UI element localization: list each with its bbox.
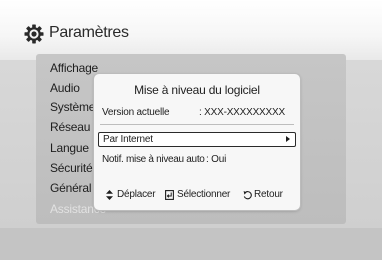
option-label: Par Internet bbox=[103, 134, 153, 145]
footer-bar bbox=[0, 228, 382, 260]
auto-upgrade-notification-value[interactable]: : Oui bbox=[206, 154, 226, 165]
page-title: Paramètres bbox=[49, 24, 129, 41]
menu-item-securite[interactable]: Sécurité bbox=[50, 161, 93, 175]
auto-upgrade-notification-label: Notif. mise à niveau auto bbox=[102, 154, 205, 165]
menu-item-affichage[interactable]: Affichage bbox=[50, 61, 98, 75]
menu-item-audio[interactable]: Audio bbox=[50, 81, 80, 95]
header-bar: Paramètres bbox=[0, 0, 382, 60]
gear-icon bbox=[24, 24, 44, 44]
menu-item-langue[interactable]: Langue bbox=[50, 141, 89, 155]
settings-screen: Paramètres Affichage Audio Système Résea… bbox=[0, 0, 382, 260]
version-value: : XXX-XXXXXXXXX bbox=[199, 107, 285, 118]
select-hint-label: Sélectionner bbox=[177, 189, 231, 200]
menu-item-general[interactable]: Général bbox=[50, 181, 91, 195]
dialog-title: Mise à niveau du logiciel bbox=[134, 83, 260, 97]
return-icon bbox=[243, 191, 252, 200]
software-upgrade-dialog: Mise à niveau du logiciel Version actuel… bbox=[94, 74, 300, 210]
enter-icon bbox=[165, 190, 174, 200]
move-hint-label: Déplacer bbox=[117, 189, 156, 200]
arrow-right-icon bbox=[286, 136, 290, 142]
divider bbox=[100, 124, 294, 125]
version-label: Version actuelle bbox=[102, 107, 170, 118]
navigation-hints: Déplacer Sélectionner Retour bbox=[94, 189, 300, 203]
menu-item-reseau[interactable]: Réseau bbox=[50, 120, 90, 134]
menu-item-systeme[interactable]: Système bbox=[50, 100, 95, 114]
back-hint-label: Retour bbox=[254, 189, 283, 200]
option-par-internet[interactable]: Par Internet bbox=[98, 132, 296, 147]
up-down-arrow-icon bbox=[106, 190, 113, 200]
